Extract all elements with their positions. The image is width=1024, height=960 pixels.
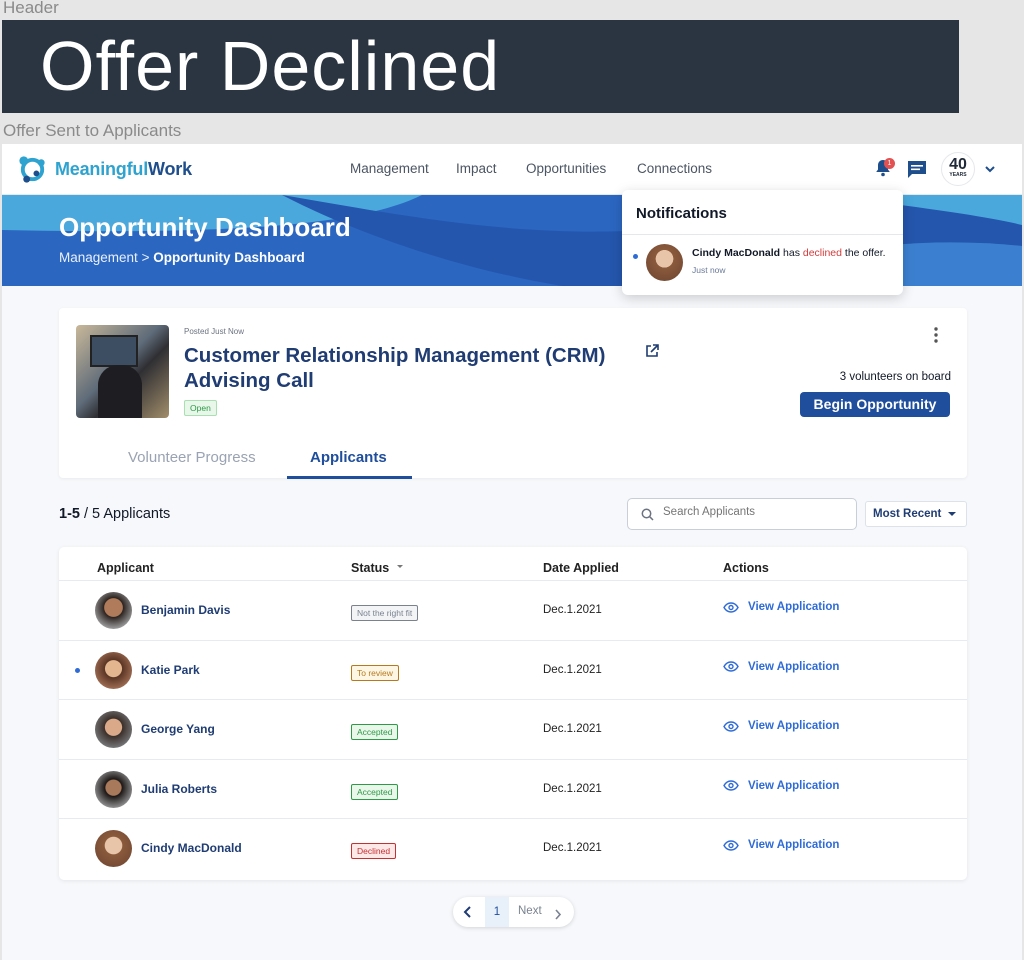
chat-icon[interactable] bbox=[907, 160, 927, 184]
table-row: Benjamin Davis Not the right fit Dec.1.2… bbox=[59, 580, 967, 640]
table-row: Julia Roberts Accepted Dec.1.2021 View A… bbox=[59, 758, 967, 819]
date-applied: Dec.1.2021 bbox=[543, 782, 602, 795]
offer-declined-banner: Offer Declined bbox=[2, 20, 959, 113]
page-number[interactable]: 1 bbox=[485, 897, 509, 927]
applicant-name[interactable]: Julia Roberts bbox=[141, 782, 217, 796]
user-avatar[interactable]: 40 YEARS bbox=[941, 152, 975, 186]
eye-icon bbox=[723, 720, 739, 732]
view-application-link[interactable]: View Application bbox=[723, 839, 839, 851]
chevron-left-icon[interactable] bbox=[462, 905, 474, 924]
tab-volunteer-progress[interactable]: Volunteer Progress bbox=[128, 449, 256, 466]
applicant-name[interactable]: Katie Park bbox=[141, 663, 200, 677]
nav-link-connections[interactable]: Connections bbox=[637, 161, 712, 176]
date-applied: Dec.1.2021 bbox=[543, 663, 602, 676]
divider bbox=[622, 234, 903, 235]
nav-link-impact[interactable]: Impact bbox=[456, 161, 497, 176]
applicant-name[interactable]: Benjamin Davis bbox=[141, 603, 230, 617]
notification-message[interactable]: Cindy MacDonald has declined the offer. bbox=[692, 247, 886, 259]
begin-opportunity-button[interactable]: Begin Opportunity bbox=[800, 392, 950, 417]
top-navbar: MeaningfulWork Management Impact Opportu… bbox=[2, 144, 1022, 195]
offer-declined-text: Offer Declined bbox=[40, 27, 501, 105]
notification-avatar bbox=[646, 244, 683, 281]
column-header-applicant: Applicant bbox=[97, 561, 154, 575]
column-header-date: Date Applied bbox=[543, 561, 619, 575]
brand-name: MeaningfulWork bbox=[55, 159, 192, 179]
breadcrumb: Management > Opportunity Dashboard bbox=[59, 250, 305, 265]
status-badge: Open bbox=[184, 400, 217, 416]
search-box[interactable] bbox=[627, 498, 857, 530]
brand-logo[interactable]: MeaningfulWork bbox=[16, 153, 192, 186]
avatar bbox=[95, 711, 132, 748]
status-badge: Declined bbox=[351, 843, 397, 859]
notifications-title: Notifications bbox=[636, 205, 727, 222]
eye-icon bbox=[723, 839, 739, 851]
applicant-count: 1-5 / 5 Applicants bbox=[59, 506, 171, 522]
pagination: 1 Next bbox=[453, 897, 574, 927]
unread-dot bbox=[633, 254, 638, 259]
status-badge: To review bbox=[351, 664, 399, 681]
applicants-table: Applicant Status Date Applied Actions Be… bbox=[59, 547, 967, 880]
sort-caret-icon[interactable] bbox=[397, 565, 403, 568]
date-applied: Dec.1.2021 bbox=[543, 842, 602, 854]
opportunity-image bbox=[76, 325, 169, 418]
logo-icon bbox=[19, 156, 45, 183]
status-badge: Not the right fit bbox=[351, 605, 419, 621]
view-application-link[interactable]: View Application bbox=[723, 780, 839, 792]
status-badge: Accepted bbox=[351, 783, 399, 800]
opportunity-title: Customer Relationship Management (CRM) A… bbox=[184, 344, 606, 392]
avatar bbox=[95, 651, 132, 689]
view-application-link[interactable]: View Application bbox=[723, 601, 839, 613]
chevron-down-icon[interactable] bbox=[984, 162, 996, 180]
date-applied: Dec.1.2021 bbox=[543, 723, 602, 735]
frame-section-label: Offer Sent to Applicants bbox=[3, 121, 182, 140]
nav-link-opportunities[interactable]: Opportunities bbox=[526, 161, 606, 176]
eye-icon bbox=[723, 780, 739, 791]
eye-icon bbox=[723, 661, 739, 672]
eye-icon bbox=[723, 601, 739, 613]
external-link-icon[interactable] bbox=[645, 344, 659, 363]
breadcrumb-root[interactable]: Management bbox=[59, 250, 138, 265]
frame-header-label: Header bbox=[3, 0, 59, 17]
opportunity-card: Posted Just Now Customer Relationship Ma… bbox=[59, 308, 967, 479]
applicant-name[interactable]: George Yang bbox=[141, 722, 215, 736]
nav-link-management[interactable]: Management bbox=[350, 161, 429, 176]
applicant-name[interactable]: Cindy MacDonald bbox=[141, 841, 242, 855]
column-header-status[interactable]: Status bbox=[351, 561, 389, 575]
notification-time: Just now bbox=[692, 265, 726, 275]
status-badge: Accepted bbox=[351, 724, 399, 740]
view-application-link[interactable]: View Application bbox=[723, 720, 839, 732]
sort-dropdown[interactable]: Most Recent bbox=[865, 501, 967, 527]
notification-count-badge: 1 bbox=[884, 158, 895, 169]
column-header-actions: Actions bbox=[723, 561, 769, 575]
active-tab-indicator bbox=[287, 476, 412, 479]
avatar bbox=[95, 830, 132, 867]
search-icon bbox=[641, 508, 654, 521]
tab-applicants[interactable]: Applicants bbox=[310, 449, 387, 466]
breadcrumb-separator: > bbox=[141, 250, 150, 265]
page-title: Opportunity Dashboard bbox=[59, 212, 351, 242]
avatar bbox=[95, 592, 132, 629]
chevron-right-icon[interactable] bbox=[554, 907, 562, 925]
avatar bbox=[95, 770, 132, 808]
app-window: MeaningfulWork Management Impact Opportu… bbox=[2, 144, 1022, 960]
posted-time: Posted Just Now bbox=[184, 327, 245, 336]
next-page-button[interactable]: Next bbox=[518, 905, 542, 917]
unread-dot bbox=[75, 667, 80, 673]
table-row: George Yang Accepted Dec.1.2021 View App… bbox=[59, 699, 967, 759]
notifications-dropdown: Notifications Cindy MacDonald has declin… bbox=[622, 190, 903, 295]
more-options-icon[interactable] bbox=[933, 327, 939, 348]
volunteer-count: 3 volunteers on board bbox=[839, 371, 951, 383]
caret-down-icon bbox=[948, 512, 956, 516]
date-applied: Dec.1.2021 bbox=[543, 604, 602, 616]
view-application-link[interactable]: View Application bbox=[723, 661, 839, 673]
breadcrumb-current: Opportunity Dashboard bbox=[153, 250, 305, 265]
table-row: Katie Park To review Dec.1.2021 View App… bbox=[59, 639, 967, 700]
table-row: Cindy MacDonald Declined Dec.1.2021 View… bbox=[59, 818, 967, 878]
search-input[interactable] bbox=[663, 506, 843, 518]
